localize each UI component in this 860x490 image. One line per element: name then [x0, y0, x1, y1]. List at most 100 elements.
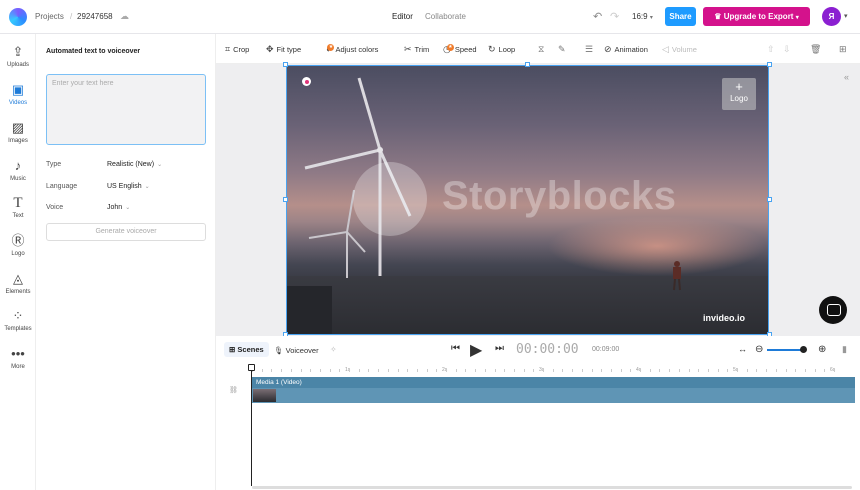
sidebar-item-music[interactable]: ♪ Music — [0, 158, 36, 182]
clip-label: Media 1 (Video) — [256, 379, 302, 386]
resize-handle[interactable] — [283, 197, 288, 202]
magic-wand-icon[interactable]: ✎ — [558, 44, 566, 55]
editor-toolbar: ⌗Crop ✥Fit type ◐★Adjust colors ✂Trim ◷★… — [216, 34, 860, 64]
adjust-colors-button[interactable]: ◐★Adjust colors — [326, 44, 378, 54]
resize-handle[interactable] — [767, 197, 772, 202]
volume-button[interactable]: ◁ Volume — [662, 44, 697, 55]
voiceover-text-input[interactable] — [46, 74, 206, 145]
align-icon[interactable]: ☰ — [585, 44, 593, 55]
project-id[interactable]: 29247658 — [77, 12, 113, 21]
move-down-icon[interactable]: ⇩ — [783, 44, 791, 55]
redo-icon[interactable]: ↷ — [610, 10, 619, 23]
total-time: 00:09:00 — [592, 346, 620, 353]
animation-label: Animation — [614, 45, 648, 54]
scenes-button[interactable]: ⊞ Scenes — [224, 342, 269, 357]
speed-button[interactable]: ◷★Speed — [443, 44, 477, 55]
move-up-icon[interactable]: ⇧ — [767, 44, 775, 55]
panel-title: Automated text to voiceover — [46, 48, 141, 55]
ruler-tick — [533, 369, 535, 372]
chevron-down-icon: ▾ — [795, 15, 799, 21]
crop-label: Crop — [233, 45, 250, 54]
sidebar-item-text[interactable]: T Text — [0, 195, 36, 219]
chevron-down-icon[interactable]: ▾ — [844, 12, 848, 20]
sidebar-item-videos[interactable]: ▣ Videos — [0, 82, 36, 106]
loop-icon: ↻ — [488, 44, 496, 54]
crop-icon: ⌗ — [225, 44, 231, 54]
playhead[interactable] — [251, 366, 252, 486]
wand-icon[interactable]: ✧ — [330, 345, 337, 354]
aspect-ratio-select[interactable]: 16:9 ▾ — [632, 12, 653, 21]
timeline-scrollbar[interactable] — [252, 486, 852, 489]
share-button[interactable]: Share — [665, 7, 696, 26]
resize-handle[interactable] — [525, 62, 530, 67]
crop-button[interactable]: ⌗ Crop — [225, 44, 249, 55]
ruler-tick — [640, 369, 641, 372]
breadcrumb-projects[interactable]: Projects — [35, 12, 64, 21]
ruler-tick — [610, 369, 612, 372]
fit-type-button[interactable]: ✥ Fit type — [266, 44, 301, 55]
upgrade-label: Upgrade to Export — [723, 12, 794, 21]
tab-editor[interactable]: Editor — [392, 12, 413, 21]
video-clip[interactable]: Media 1 (Video) — [252, 377, 855, 403]
skip-back-icon[interactable]: ⏮ — [451, 343, 460, 354]
logo-placeholder[interactable]: + Logo — [722, 78, 756, 110]
grid-icon[interactable]: ⊞ — [839, 44, 847, 55]
top-bar: Projects / 29247658 ☁ Editor Collaborate… — [0, 0, 860, 34]
chat-support-button[interactable] — [819, 296, 847, 324]
voiceover-panel: Automated text to voiceover Type Realist… — [36, 34, 216, 490]
sidebar-item-logo[interactable]: Ⓡ Logo — [0, 233, 36, 257]
ruler-tick — [523, 369, 525, 372]
type-select[interactable]: Realistic (New) ⌄ — [107, 161, 162, 168]
animation-icon: ⊘ — [604, 44, 612, 54]
language-select-value: US English — [107, 183, 142, 190]
text-icon: T — [13, 195, 23, 211]
logo-icon: Ⓡ — [11, 233, 25, 248]
ruler-tick — [513, 369, 515, 372]
sidebar-item-label: Uploads — [6, 62, 29, 68]
ruler-tick — [834, 369, 835, 372]
timeline-ruler[interactable]: 1s 2s 3s 4s 5s 6s — [250, 364, 860, 378]
fit-type-label: Fit type — [276, 45, 302, 54]
ruler-tick — [669, 369, 671, 372]
skip-forward-icon[interactable]: ⏭ — [495, 343, 504, 354]
sidebar-item-uploads[interactable]: ⇪ Uploads — [0, 44, 36, 68]
tab-collaborate[interactable]: Collaborate — [425, 12, 466, 21]
generate-voiceover-button[interactable]: Generate voiceover — [46, 223, 206, 241]
voice-select[interactable]: John ⌄ — [107, 204, 130, 211]
play-icon[interactable]: ▶ — [470, 340, 482, 360]
sidebar-item-images[interactable]: ▨ Images — [0, 120, 36, 144]
link-icon[interactable]: ⛓ — [229, 386, 238, 394]
ruler-tick — [795, 369, 797, 372]
delete-icon[interactable]: 🗑 — [810, 44, 821, 55]
music-icon: ♪ — [14, 158, 22, 173]
app-logo-icon[interactable] — [9, 8, 27, 26]
upgrade-to-export-button[interactable]: ♛ Upgrade to Export ▾ — [703, 7, 810, 26]
resize-handle[interactable] — [767, 62, 772, 67]
language-select[interactable]: US English ⌄ — [107, 183, 150, 190]
trim-label: Trim — [414, 45, 430, 54]
video-preview[interactable]: Storyblocks + Logo invideo.io — [286, 65, 769, 335]
ruler-tick — [543, 369, 544, 372]
ruler-tick — [572, 369, 574, 372]
playhead-handle[interactable] — [248, 364, 255, 371]
collapse-panel-icon[interactable]: « — [844, 72, 849, 82]
flip-icon[interactable]: ⧖ — [538, 44, 544, 55]
avatar[interactable]: Я — [822, 7, 841, 26]
animation-button[interactable]: ⊘ Animation — [604, 44, 648, 55]
voiceover-button[interactable]: 🎙 Voiceover — [274, 346, 319, 355]
fit-timeline-icon[interactable]: ↔ — [738, 344, 747, 354]
resize-handle[interactable] — [283, 62, 288, 67]
sidebar-item-elements[interactable]: ◬ Elements — [0, 271, 36, 295]
upload-icon: ⇪ — [12, 44, 24, 59]
undo-icon[interactable]: ↶ — [593, 10, 602, 23]
zoom-in-icon[interactable]: ⊕ — [818, 344, 826, 355]
zoom-slider-handle[interactable] — [800, 346, 807, 353]
waveform-icon[interactable]: ▮ — [842, 344, 847, 355]
sidebar-item-templates[interactable]: ⁘ Templates — [0, 308, 36, 332]
zoom-out-icon[interactable]: ⊖ — [755, 344, 763, 355]
sidebar-item-more[interactable]: ••• More — [0, 346, 36, 370]
ruler-tick — [426, 369, 428, 372]
loop-button[interactable]: ↻ Loop — [488, 44, 515, 55]
more-icon: ••• — [11, 346, 25, 361]
trim-button[interactable]: ✂ Trim — [404, 44, 429, 55]
